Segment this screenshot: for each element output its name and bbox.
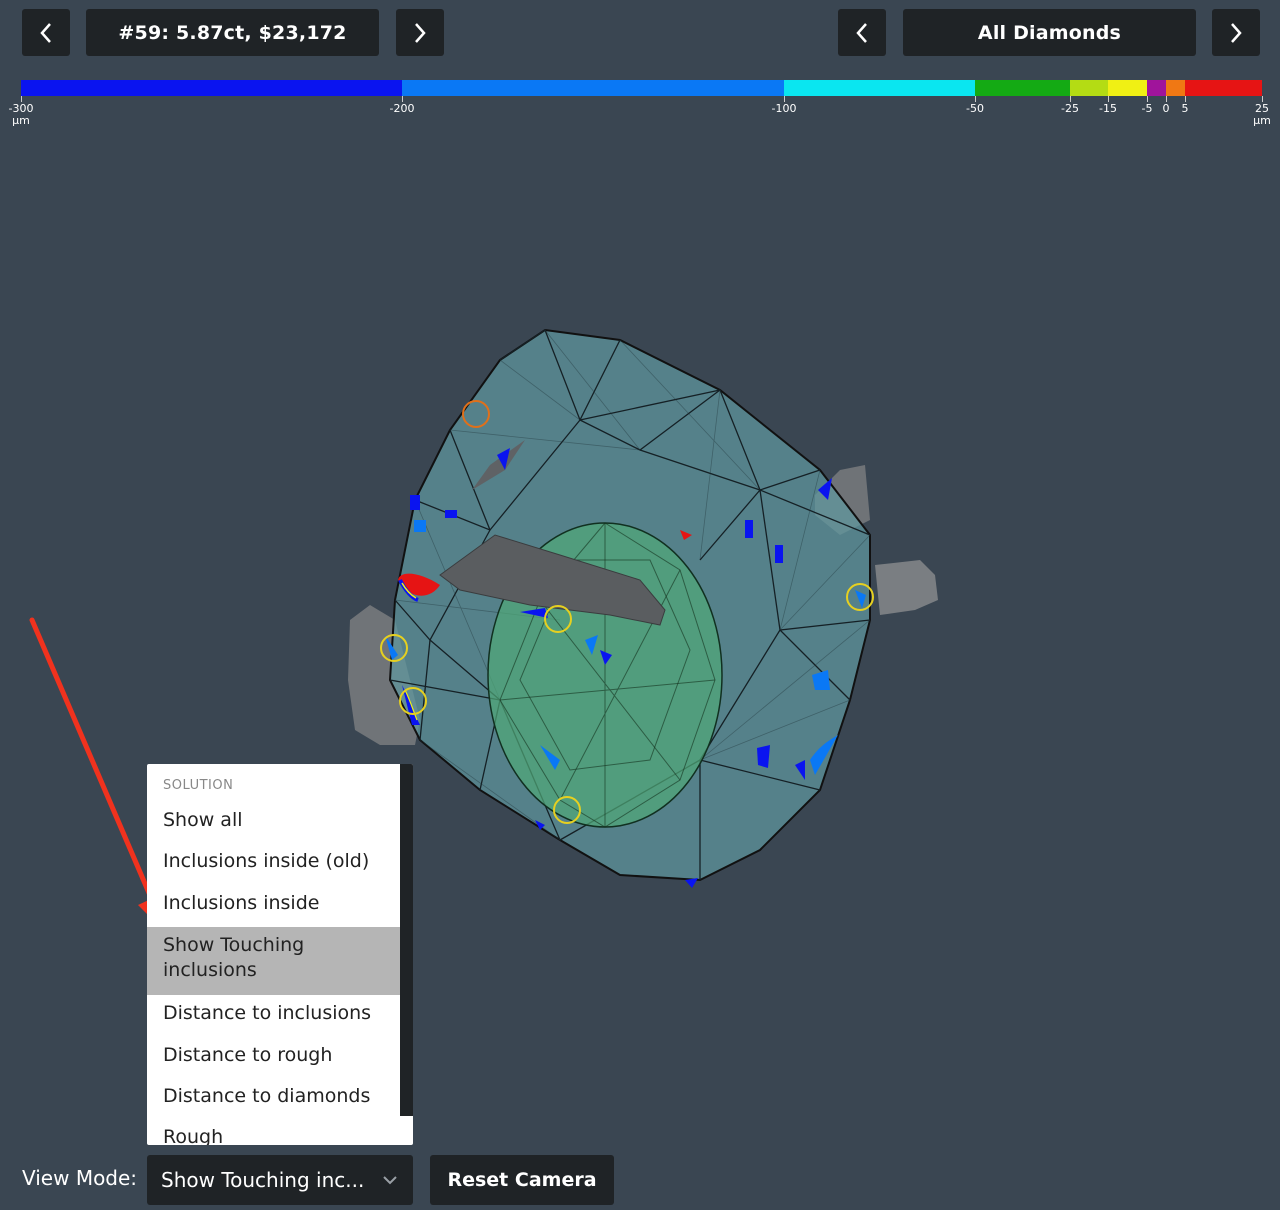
tick-label: -25 (1061, 102, 1079, 115)
tick-mark (1108, 96, 1109, 102)
color-scale-ticks: -300 µm -200 -100 -50 -25 -15 -5 0 5 25 µm (0, 103, 1280, 133)
color-segment (1166, 80, 1185, 96)
view-mode-label: View Mode: (22, 1166, 138, 1190)
chevron-right-icon (415, 22, 426, 43)
color-segment (784, 80, 975, 96)
tick-label: -50 (966, 102, 984, 115)
tick-mark (1070, 96, 1071, 102)
rough-fragment (875, 560, 938, 615)
tick-mark (1262, 96, 1263, 102)
tick-mark (1166, 96, 1167, 102)
prev-set-button[interactable] (838, 9, 886, 56)
menu-item-distance-to-rough[interactable]: Distance to rough (147, 1043, 400, 1068)
chevron-left-icon (40, 22, 51, 43)
menu-item-show-all[interactable]: Show all (147, 808, 400, 833)
view-mode-dropdown: SOLUTION Show all Inclusions inside (old… (147, 764, 413, 1145)
tick-mark (975, 96, 976, 102)
tick-mark (21, 96, 22, 102)
color-segment (1147, 80, 1166, 96)
color-segment (975, 80, 1070, 96)
distance-color-scale (21, 80, 1262, 96)
bottom-bar: View Mode: Show Touching inc... Reset Ca… (0, 1150, 1280, 1210)
menu-item-distance-to-diamonds[interactable]: Distance to diamonds (147, 1084, 400, 1109)
reset-camera-button[interactable]: Reset Camera (430, 1155, 614, 1205)
tick-label: -300 µm (8, 102, 34, 127)
tick-mark (1147, 96, 1148, 102)
chevron-right-icon (1231, 22, 1242, 43)
menu-item-inclusions-inside[interactable]: Inclusions inside (147, 891, 400, 916)
chevron-down-icon (383, 1176, 397, 1185)
tick-label: 0 (1162, 102, 1170, 115)
color-segment (402, 80, 784, 96)
chevron-left-icon (856, 22, 867, 43)
color-segment (21, 80, 402, 96)
color-segment (1108, 80, 1147, 96)
view-mode-value: Show Touching inc... (161, 1168, 365, 1192)
diamond-label: #59: 5.87ct, $23,172 (86, 9, 379, 56)
tick-label: 25 µm (1253, 102, 1271, 127)
menu-item-distance-to-inclusions[interactable]: Distance to inclusions (147, 1001, 400, 1026)
color-segment (1070, 80, 1108, 96)
tick-label: -15 (1099, 102, 1117, 115)
tick-mark (784, 96, 785, 102)
tick-mark (402, 96, 403, 102)
menu-section-header: SOLUTION (163, 778, 234, 793)
menu-item-show-touching-inclusions[interactable]: Show Touching inclusions (147, 927, 400, 995)
prev-diamond-button[interactable] (22, 9, 70, 56)
set-label: All Diamonds (903, 9, 1196, 56)
tick-label: -5 (1141, 102, 1153, 115)
top-bar: #59: 5.87ct, $23,172 All Diamonds (0, 0, 1280, 70)
tick-label: -100 (771, 102, 797, 115)
menu-scrollbar[interactable] (400, 764, 413, 1116)
color-segment (1185, 80, 1262, 96)
view-mode-select[interactable]: Show Touching inc... (147, 1155, 413, 1205)
tick-label: -200 (389, 102, 415, 115)
tick-label: 5 (1181, 102, 1189, 115)
next-diamond-button[interactable] (396, 9, 444, 56)
tick-mark (1185, 96, 1186, 102)
menu-item-inclusions-inside-old[interactable]: Inclusions inside (old) (147, 849, 400, 874)
next-set-button[interactable] (1212, 9, 1260, 56)
menu-item-rough[interactable]: Rough (147, 1125, 400, 1145)
